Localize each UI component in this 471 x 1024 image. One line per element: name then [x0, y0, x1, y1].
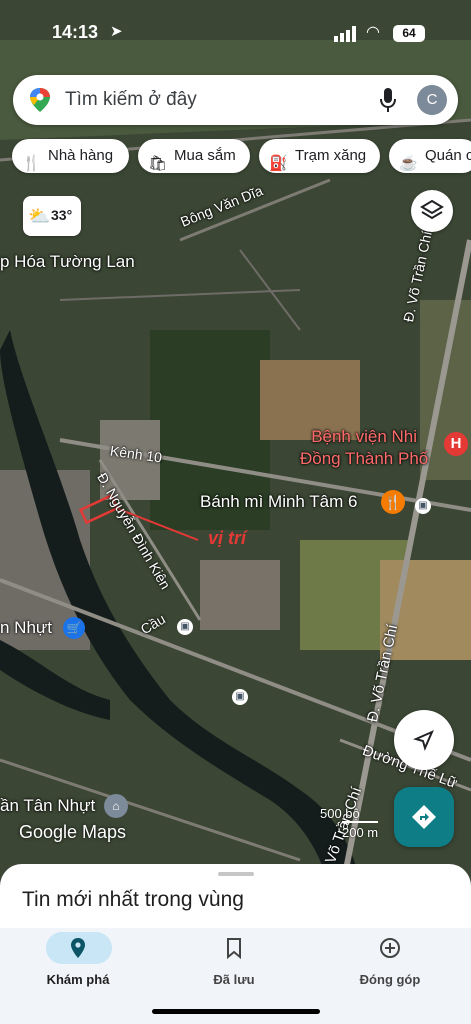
chip-gas-stations[interactable]: ⛽ Trạm xăng: [259, 139, 380, 173]
my-location-button[interactable]: [394, 710, 454, 770]
chip-cafes[interactable]: ☕ Quán c: [389, 139, 471, 173]
coffee-cup-icon: ☕: [399, 155, 418, 172]
tab-explore[interactable]: Khám phá: [8, 928, 148, 998]
shopping-bag-icon: 🛍: [148, 155, 168, 172]
chip-label: Mua sắm: [174, 147, 236, 164]
location-services-icon: ➤: [110, 23, 123, 40]
microphone-icon[interactable]: [379, 87, 397, 113]
sheet-drag-handle[interactable]: [218, 872, 254, 876]
location-annotation: vị trí: [208, 528, 247, 548]
tab-label: Đóng góp: [359, 972, 421, 987]
layers-button[interactable]: [411, 190, 453, 232]
shopping-cart-icon[interactable]: 🛒: [63, 617, 85, 639]
partly-cloudy-icon: ⛅: [28, 206, 51, 226]
bookmark-icon: [227, 938, 241, 960]
chip-restaurants[interactable]: 🍴 Nhà hàng: [12, 139, 129, 173]
weather-badge[interactable]: ⛅ 33°: [23, 196, 81, 236]
bus-stop-icon[interactable]: ▣: [177, 619, 193, 635]
avatar[interactable]: C: [417, 85, 447, 115]
tab-label: Đã lưu: [213, 972, 255, 987]
explore-pin-icon: [71, 938, 85, 958]
search-input[interactable]: Tìm kiếm ở đây: [65, 89, 197, 111]
poi-label-tuong-lan[interactable]: p Hóa Tường Lan: [0, 252, 135, 272]
clock: 14:13: [52, 22, 99, 42]
tab-contribute[interactable]: Đóng góp: [320, 928, 460, 998]
bus-stop-icon[interactable]: ▣: [415, 498, 431, 514]
sheet-title: Tin mới nhất trong vùng: [22, 888, 244, 911]
fork-knife-icon: 🍴: [22, 155, 41, 172]
gas-pump-icon: ⛽: [269, 155, 288, 172]
layers-icon: [420, 199, 444, 220]
chip-label: Nhà hàng: [48, 147, 114, 164]
temperature: 33°: [51, 207, 73, 223]
navigation-arrow-icon: [413, 730, 434, 751]
scale-metric: 200 m: [342, 821, 379, 840]
bus-stop-icon[interactable]: ▣: [232, 689, 248, 705]
google-maps-attribution: Google Maps: [19, 822, 127, 842]
scale-imperial: 500 bộ: [320, 806, 360, 821]
cellular-signal-icon: [334, 26, 356, 42]
search-bar[interactable]: Tìm kiếm ở đây C: [13, 75, 458, 125]
battery-indicator: 64: [393, 25, 425, 42]
poi-label-banh-mi[interactable]: Bánh mì Minh Tâm 6: [200, 492, 357, 512]
add-circle-icon: [380, 938, 400, 958]
chip-label: Quán c: [425, 147, 471, 164]
government-building-icon[interactable]: ⌂: [104, 794, 128, 818]
home-indicator: [152, 1009, 320, 1014]
directions-icon: [412, 805, 436, 829]
tab-label: Khám phá: [46, 972, 110, 987]
google-maps-pin-icon: [30, 88, 50, 112]
chip-label: Trạm xăng: [295, 147, 367, 164]
tab-saved[interactable]: Đã lưu: [164, 928, 304, 998]
map-scale: 500 bộ 200 m: [312, 806, 379, 840]
directions-button[interactable]: [394, 787, 454, 847]
restaurant-icon[interactable]: 🍴: [381, 490, 405, 514]
hospital-icon[interactable]: H: [444, 432, 468, 456]
wifi-icon: ◠: [366, 24, 380, 41]
status-bar: 14:13 ➤ ◠ 64: [0, 0, 471, 44]
poi-label-tan-nhut[interactable]: ần Tân Nhựt: [0, 796, 95, 816]
chip-shopping[interactable]: 🛍 Mua sắm: [138, 139, 250, 173]
poi-label-nhut[interactable]: n Nhựt: [0, 618, 52, 638]
poi-label-hospital[interactable]: Bệnh viện Nhi Đồng Thành Phố: [300, 426, 428, 470]
